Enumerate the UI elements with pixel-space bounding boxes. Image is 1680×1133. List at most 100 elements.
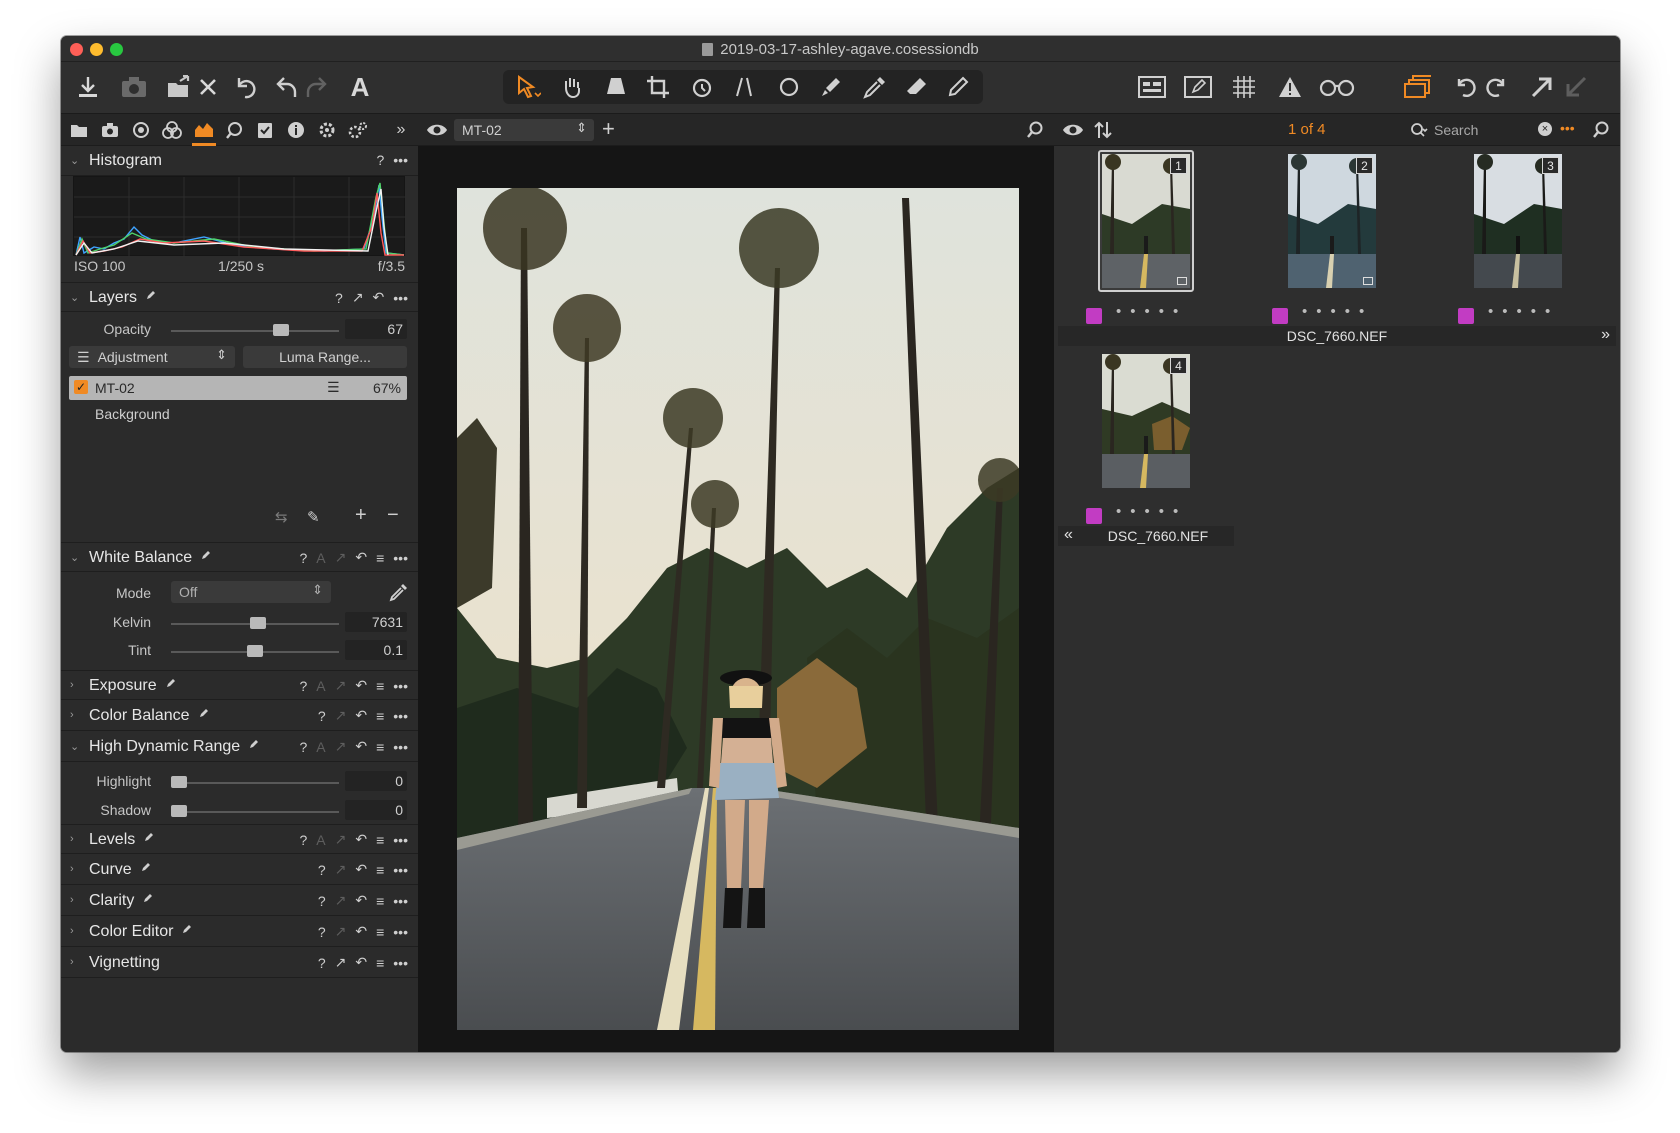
undo-icon[interactable] bbox=[271, 71, 303, 103]
presets-icon[interactable]: ≡ bbox=[376, 832, 384, 848]
presets-icon[interactable]: ≡ bbox=[376, 708, 384, 724]
auto-icon[interactable]: A bbox=[316, 739, 325, 755]
shadow-value[interactable]: 0 bbox=[345, 800, 407, 820]
lens-icon[interactable] bbox=[131, 120, 151, 140]
help-icon[interactable]: ? bbox=[335, 290, 343, 306]
vignetting-header[interactable]: › Vignetting ? ↗ ↶ ≡ ••• bbox=[61, 948, 418, 978]
metadata-icon[interactable] bbox=[286, 120, 306, 140]
copy-settings-icon[interactable]: ↗ bbox=[335, 861, 347, 878]
layer-checkbox[interactable]: ✓ bbox=[74, 380, 88, 394]
eye-icon[interactable] bbox=[426, 122, 448, 142]
copy-settings-icon[interactable]: ↗ bbox=[335, 892, 347, 909]
eyedropper-icon[interactable] bbox=[857, 71, 893, 103]
more-icon[interactable]: ••• bbox=[393, 862, 408, 878]
luma-range-button[interactable]: Luma Range... bbox=[243, 346, 407, 368]
layer-row-background[interactable]: Background bbox=[95, 406, 170, 422]
zoom-icon[interactable] bbox=[1592, 121, 1610, 143]
rotate-icon[interactable] bbox=[685, 71, 721, 103]
copy-settings-icon[interactable]: ↗ bbox=[335, 707, 347, 724]
reset-section-icon[interactable]: ↶ bbox=[355, 831, 367, 848]
help-icon[interactable]: ? bbox=[300, 832, 308, 848]
redo-icon[interactable] bbox=[301, 71, 331, 103]
help-icon[interactable]: ? bbox=[318, 862, 326, 878]
white-balance-header[interactable]: ⌄ White Balance ? A ↗ ↶ ≡ ••• bbox=[61, 542, 418, 572]
next-arrow-icon[interactable]: » bbox=[1601, 326, 1610, 344]
reset-section-icon[interactable]: ↶ bbox=[355, 923, 367, 940]
copy-settings-icon[interactable]: ↗ bbox=[335, 738, 347, 755]
import-icon[interactable] bbox=[71, 71, 105, 103]
more-icon[interactable]: ••• bbox=[393, 708, 408, 724]
rating-dots[interactable]: ••••• bbox=[1116, 503, 1187, 520]
copy-settings-icon[interactable]: ↗ bbox=[335, 677, 347, 694]
auto-icon[interactable]: A bbox=[316, 550, 325, 566]
reset-section-icon[interactable]: ↶ bbox=[355, 892, 367, 909]
help-icon[interactable]: ? bbox=[318, 893, 326, 909]
add-layer-icon[interactable]: + bbox=[355, 504, 367, 527]
pan-icon[interactable] bbox=[555, 71, 591, 103]
reset-section-icon[interactable]: ↶ bbox=[355, 707, 367, 724]
move-to-icon[interactable] bbox=[164, 71, 196, 103]
curve-header[interactable]: › Curve ? ↗ ↶ ≡ ••• bbox=[61, 855, 418, 885]
more-icon[interactable]: ••• bbox=[1560, 120, 1575, 136]
copy-settings-icon[interactable]: ↗ bbox=[335, 923, 347, 940]
presets-icon[interactable]: ≡ bbox=[376, 862, 384, 878]
collapse-icon[interactable] bbox=[1561, 71, 1591, 103]
more-icon[interactable]: ••• bbox=[393, 152, 408, 168]
thumbnail[interactable]: 2 bbox=[1288, 154, 1376, 288]
more-icon[interactable]: ••• bbox=[393, 290, 408, 306]
reset-icon[interactable] bbox=[229, 71, 261, 103]
auto-icon[interactable]: A bbox=[316, 832, 325, 848]
camera-icon[interactable] bbox=[117, 71, 151, 103]
thumbnail[interactable]: 1 bbox=[1102, 154, 1190, 288]
export-icon[interactable] bbox=[1527, 71, 1557, 103]
color-editor-header[interactable]: › Color Editor ? ↗ ↶ ≡ ••• bbox=[61, 917, 418, 947]
exposure-header[interactable]: › Exposure ? A ↗ ↶ ≡ ••• bbox=[61, 670, 418, 700]
wb-mode-select[interactable]: Off ⇕ bbox=[171, 581, 331, 603]
presets-icon[interactable]: ≡ bbox=[376, 893, 384, 909]
color-tag[interactable] bbox=[1086, 308, 1102, 324]
gradient-icon[interactable] bbox=[941, 71, 977, 103]
rating-dots[interactable]: ••••• bbox=[1116, 303, 1187, 320]
color-tag[interactable] bbox=[1086, 508, 1102, 524]
layer-row-mt02[interactable]: ✓ MT-02 ☰ 67% bbox=[69, 376, 407, 400]
rotate-left-icon[interactable] bbox=[1451, 71, 1481, 103]
more-icon[interactable]: ••• bbox=[393, 955, 408, 971]
text-icon[interactable]: A bbox=[343, 71, 377, 103]
thumbnail[interactable]: 4 bbox=[1102, 354, 1190, 488]
more-icon[interactable]: ••• bbox=[393, 893, 408, 909]
color-tag[interactable] bbox=[1272, 308, 1288, 324]
highlight-value[interactable]: 0 bbox=[345, 771, 407, 791]
levels-header[interactable]: › Levels ? A ↗ ↶ ≡ ••• bbox=[61, 824, 418, 854]
exposure-icon[interactable] bbox=[193, 120, 215, 140]
image-viewer[interactable] bbox=[418, 146, 1054, 1052]
presets-icon[interactable]: ≡ bbox=[376, 924, 384, 940]
search-field[interactable]: Search × bbox=[1406, 120, 1552, 141]
eye-icon[interactable] bbox=[1062, 122, 1084, 142]
details-icon[interactable] bbox=[224, 120, 244, 140]
help-icon[interactable]: ? bbox=[318, 708, 326, 724]
clear-search-icon[interactable]: × bbox=[1538, 122, 1552, 136]
rating-dots[interactable]: ••••• bbox=[1302, 303, 1373, 320]
rotate-right-icon[interactable] bbox=[1481, 71, 1511, 103]
shadow-slider-knob[interactable] bbox=[171, 805, 187, 817]
library-icon[interactable] bbox=[69, 120, 89, 140]
more-icon[interactable]: ••• bbox=[393, 550, 408, 566]
tint-slider-knob[interactable] bbox=[247, 645, 263, 657]
help-icon[interactable]: ? bbox=[300, 678, 308, 694]
color-icon[interactable] bbox=[162, 120, 182, 140]
layout-icon[interactable] bbox=[1135, 71, 1169, 103]
copy-settings-icon[interactable]: ↗ bbox=[335, 954, 347, 971]
reset-section-icon[interactable]: ↶ bbox=[373, 289, 385, 306]
presets-icon[interactable]: ≡ bbox=[376, 550, 384, 566]
main-photo[interactable] bbox=[457, 188, 1019, 1030]
layers-header[interactable]: ⌄ Layers ? ↗ ↶ ••• bbox=[61, 282, 418, 312]
presets-icon[interactable]: ≡ bbox=[376, 955, 384, 971]
warning-icon[interactable] bbox=[1275, 71, 1305, 103]
help-icon[interactable]: ? bbox=[376, 152, 384, 168]
output-icon[interactable] bbox=[317, 120, 337, 140]
glasses-icon[interactable] bbox=[1317, 71, 1357, 103]
help-icon[interactable]: ? bbox=[318, 924, 326, 940]
more-icon[interactable]: ••• bbox=[393, 739, 408, 755]
more-icon[interactable]: ••• bbox=[393, 832, 408, 848]
stack-icon[interactable] bbox=[1401, 71, 1435, 103]
